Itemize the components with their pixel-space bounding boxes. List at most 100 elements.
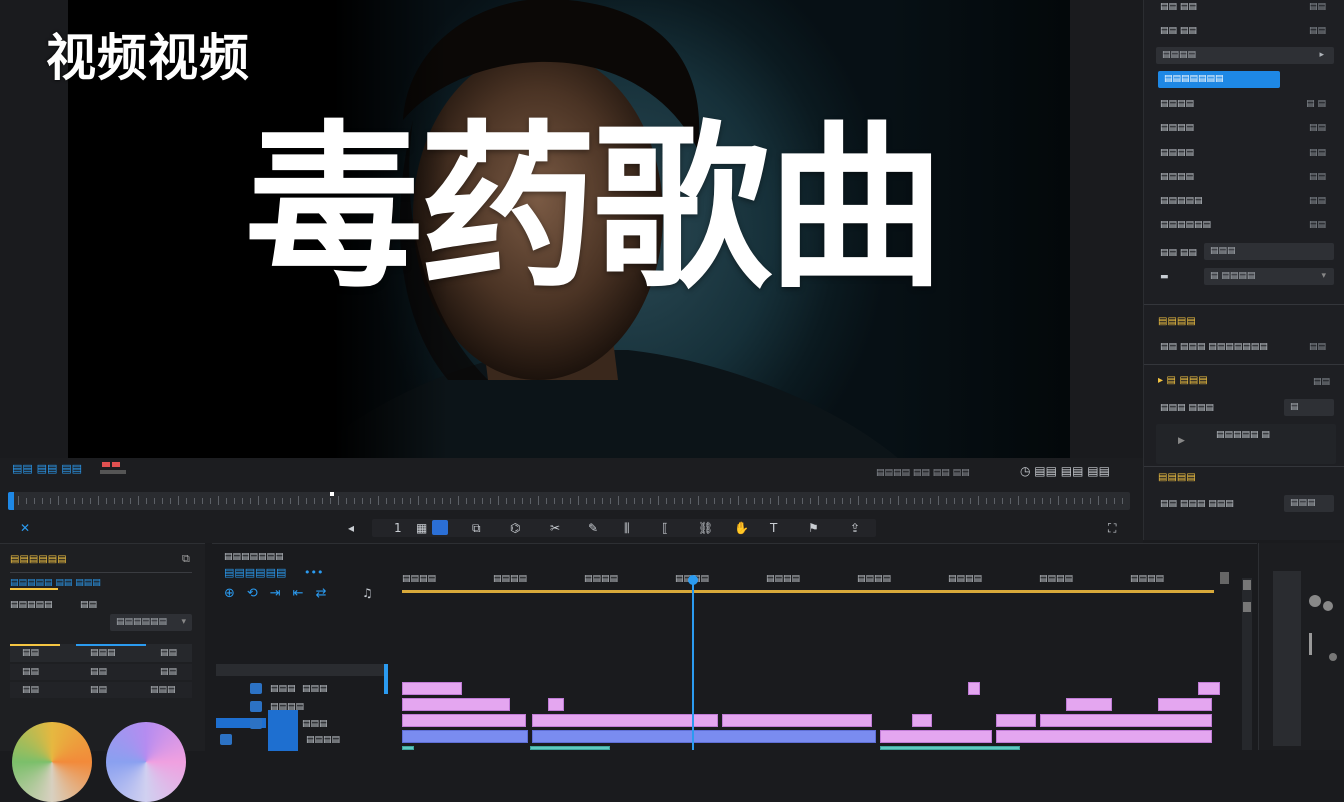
scrub-tick	[618, 496, 619, 505]
timeline-clip[interactable]	[548, 698, 564, 711]
scrub-tick	[218, 496, 219, 505]
timecode-display: ▤▤▤▤ ▤▤ ▤▤ ▤▤	[876, 468, 970, 478]
ruler-end-marker[interactable]	[1220, 572, 1229, 584]
table-row[interactable]: ▤▤ ▤▤ ▤▤	[10, 664, 192, 680]
timeline-clip[interactable]	[996, 730, 1212, 743]
inspector-row[interactable]: ▤▤ ▤▤ ▤▤	[1158, 0, 1338, 16]
audio-icon[interactable]: ♫	[362, 586, 373, 600]
timeline-header-main[interactable]: ▤▤▤▤▤▤	[224, 566, 286, 579]
inspector-row[interactable]: ▤▤▤▤ ▤ ▤	[1158, 97, 1338, 113]
scrub-tick	[1026, 498, 1027, 504]
scrub-tick	[450, 498, 451, 504]
scrub-tick	[258, 496, 259, 505]
inspector-row[interactable]: ▤▤▤▤ ▤▤	[1158, 121, 1338, 137]
timeline-clip[interactable]	[402, 698, 510, 711]
timeline-clip[interactable]	[1040, 714, 1212, 727]
track-resize-handle[interactable]	[384, 664, 388, 694]
inspector-row[interactable]: ▤▤▤▤▤ ▤▤	[1158, 194, 1338, 210]
timeline-clip[interactable]	[880, 730, 992, 743]
fullscreen-icon[interactable]: ⛶	[1108, 521, 1116, 535]
color-wheel-right[interactable]	[106, 722, 186, 802]
timeline-clip[interactable]	[530, 746, 610, 750]
track-icon[interactable]	[250, 718, 262, 729]
table-row[interactable]: ▤▤ ▤▤ ▤▤▤	[10, 682, 192, 698]
slip-icon[interactable]: ⟦	[662, 521, 668, 535]
trim-icon[interactable]: ⌬	[510, 521, 520, 535]
inspector-row[interactable]: ▤▤▤▤ ▤▤	[1158, 170, 1338, 186]
transport-right-icons[interactable]: ◷ ▤▤ ▤▤ ▤▤	[1020, 464, 1110, 478]
prev-frame-icon[interactable]: ◂	[348, 521, 354, 535]
grid-icon[interactable]: ▦	[416, 521, 427, 535]
timeline-vertical-scrollbar[interactable]	[1242, 578, 1252, 750]
scrub-tick	[834, 498, 835, 504]
selection-tool-icon[interactable]	[432, 520, 448, 535]
blade-icon[interactable]: ✂	[550, 521, 560, 535]
timeline-clip[interactable]	[402, 714, 526, 727]
ruler-label: ▤▤▤▤	[857, 574, 892, 584]
inspector-selected-item[interactable]: ▤▤▤▤▤▤▤	[1158, 71, 1280, 88]
hand-icon[interactable]: ✋	[734, 521, 749, 535]
inspector-button[interactable]: ▤▤▤	[1284, 495, 1334, 512]
timeline-clip[interactable]	[1158, 698, 1212, 711]
snap-icon[interactable]: ✕	[20, 521, 30, 535]
scrub-playhead[interactable]	[330, 492, 334, 496]
inspector-row[interactable]: ▤▤▤▤▤▤ ▤▤	[1158, 218, 1338, 234]
timeline-clip[interactable]	[996, 714, 1036, 727]
knob-icon[interactable]	[1309, 595, 1321, 607]
timeline-clip[interactable]	[1198, 682, 1220, 695]
more-icon[interactable]: •••	[304, 566, 323, 579]
scrub-tick	[962, 498, 963, 504]
timeline-clip[interactable]	[1066, 698, 1112, 711]
media-dropdown[interactable]: ▤▤▤▤▤▤ ▾	[110, 614, 192, 631]
timeline-playhead[interactable]	[692, 578, 694, 750]
inspector-subpanel[interactable]: ▶ ▤▤▤▤▤ ▤	[1156, 424, 1336, 464]
timeline-tool-icons[interactable]: ⊕⟲⇥⇤⇄	[224, 586, 338, 601]
fader-handle[interactable]	[1309, 633, 1312, 655]
scrub-tick	[370, 498, 371, 504]
timeline-clip[interactable]	[532, 730, 876, 743]
inspector-dropdown[interactable]: ▤ ▤▤▤▤ ▾	[1204, 268, 1334, 285]
scrub-tick	[282, 498, 283, 504]
track-icon[interactable]	[250, 683, 262, 694]
scrub-tick	[18, 496, 19, 505]
inspector-toggle-field[interactable]: ▤	[1284, 399, 1334, 416]
scrub-tick	[706, 498, 707, 504]
marker-icon[interactable]: ⚑	[808, 521, 819, 535]
track-icon[interactable]	[250, 701, 262, 712]
inspector-row[interactable]: ▤▤▤▤ ▤▤	[1158, 146, 1338, 162]
selected-track-block[interactable]	[268, 710, 298, 751]
section-title[interactable]: ▤▤▤▤	[1158, 472, 1196, 483]
pen-icon[interactable]: ✎	[588, 521, 598, 535]
inspector-row[interactable]: ▤▤ ▤▤ ▤▤	[1158, 24, 1338, 40]
section-title[interactable]: ▤▤▤▤	[1158, 316, 1196, 327]
panel-menu-icon[interactable]: ⧉	[182, 552, 190, 566]
link-icon[interactable]: ⛓	[698, 521, 713, 535]
timeline-clip[interactable]	[968, 682, 980, 695]
inspector-field[interactable]: ▤▤▤▤ ▸	[1156, 47, 1334, 64]
scrub-tick	[434, 498, 435, 504]
transport-left-label[interactable]: ▤▤ ▤▤ ▤▤	[12, 462, 82, 475]
section-title[interactable]: ▸ ▤ ▤▤▤	[1158, 375, 1208, 386]
timeline-clip[interactable]	[532, 714, 718, 727]
timeline-clip[interactable]	[722, 714, 872, 727]
timeline-clip[interactable]	[880, 746, 1020, 750]
scrub-bar[interactable]	[8, 492, 1130, 510]
zoom-level[interactable]: 1	[394, 521, 402, 535]
inspector-row[interactable]: ▤▤ ▤▤▤ ▤▤▤▤▤▤▤ ▤▤	[1158, 340, 1338, 356]
export-icon[interactable]: ⇪	[850, 521, 860, 535]
timeline-clip[interactable]	[402, 746, 414, 750]
crop-icon[interactable]: ⧉	[472, 521, 481, 535]
color-wheel-left[interactable]	[12, 722, 92, 802]
scrub-tick	[162, 498, 163, 504]
text-icon[interactable]: T	[770, 521, 777, 535]
knob-icon[interactable]	[1323, 601, 1333, 611]
media-panel-sub[interactable]: ▤▤▤▤▤ ▤▤ ▤▤▤	[10, 578, 101, 588]
timeline-clip[interactable]	[912, 714, 932, 727]
knob-icon[interactable]	[1329, 653, 1337, 661]
track-icon[interactable]	[220, 734, 232, 745]
timeline-clip[interactable]	[402, 730, 528, 743]
timeline-clip[interactable]	[402, 682, 462, 695]
ripple-icon[interactable]: ⫼	[624, 521, 630, 535]
scrub-tick	[762, 498, 763, 504]
inspector-input[interactable]: ▤▤▤	[1204, 243, 1334, 260]
